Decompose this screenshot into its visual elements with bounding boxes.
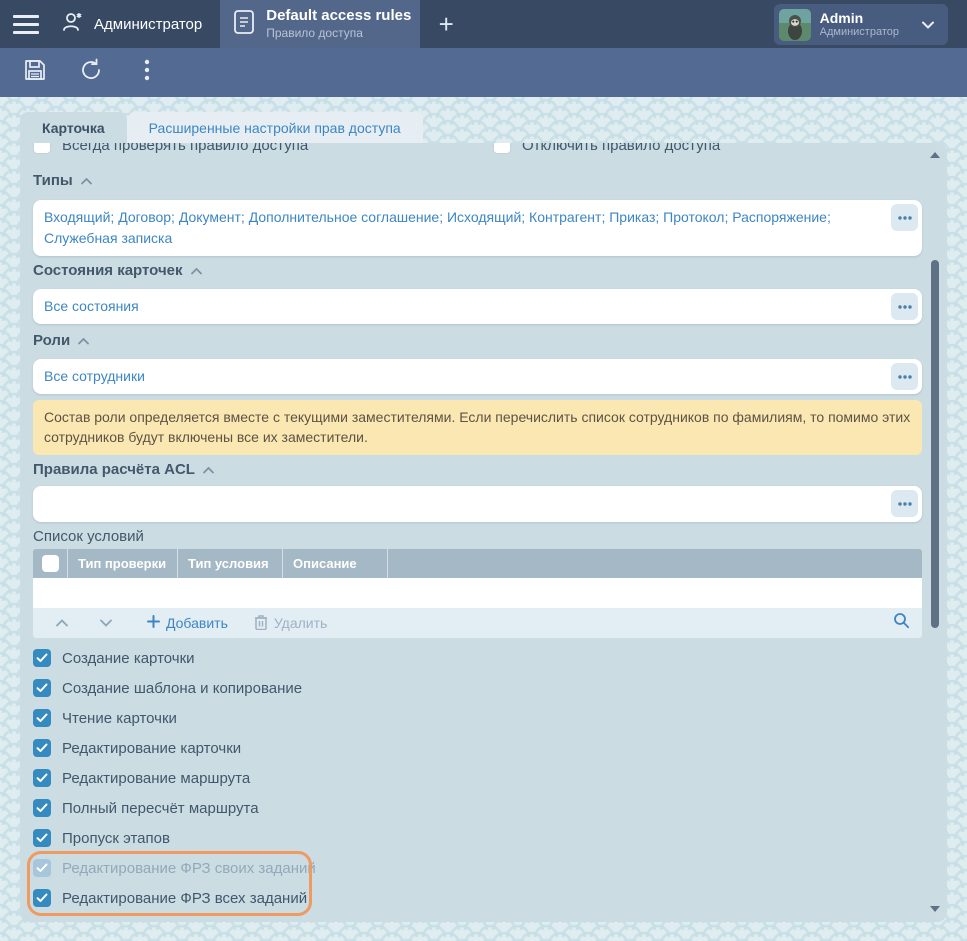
card-toolbar (0, 48, 967, 97)
trash-icon (254, 614, 268, 633)
checkbox[interactable] (493, 143, 511, 154)
checkbox-label: Редактирование ФРЗ своих заданий (62, 860, 316, 877)
scrollbar-up-arrow[interactable] (929, 151, 941, 159)
conditions-label: Список условий (33, 528, 144, 545)
add-condition-button[interactable]: Добавить (147, 615, 228, 631)
move-down-button[interactable] (89, 619, 123, 627)
checkbox-label: Полный пересчёт маршрута (62, 800, 259, 817)
checkbox-label: Создание шаблона и копирование (62, 680, 302, 697)
checkbox-label: Отключить правило доступа (522, 143, 720, 154)
checkbox-row[interactable]: Редактирование карточки (33, 738, 241, 758)
checkbox-row[interactable]: Отключить правило доступа (493, 143, 720, 155)
checkbox-label: Всегда проверять правило доступа (62, 143, 308, 154)
checkbox-label: Пропуск этапов (62, 830, 170, 847)
checkbox-label: Редактирование маршрута (62, 770, 250, 787)
kebab-menu-icon (144, 58, 150, 87)
chevron-down-icon (922, 21, 934, 29)
checkbox-row[interactable]: Пропуск этапов (33, 828, 170, 848)
checkbox[interactable] (33, 769, 51, 787)
checkbox-row[interactable]: Редактирование ФРЗ всех заданий (33, 888, 307, 908)
admin-user-star-icon (60, 9, 86, 39)
conditions-empty-row[interactable] (33, 578, 922, 608)
acl-rules-value (33, 486, 922, 506)
checkbox-row[interactable]: Редактирование ФРЗ своих заданий (33, 858, 316, 878)
chevron-up-icon (81, 172, 92, 189)
acl-rules-select-button[interactable] (891, 490, 918, 517)
tab-default-access-rules[interactable]: Default access rules Правило доступа (220, 0, 420, 48)
search-icon[interactable] (893, 612, 910, 634)
checkbox-label: Создание карточки (62, 650, 195, 667)
scrollbar-down-arrow[interactable] (929, 905, 941, 913)
column-description[interactable]: Описание (283, 549, 388, 578)
checkbox-row[interactable]: Создание карточки (33, 648, 195, 668)
user-role: Администратор (820, 26, 899, 39)
checkbox-row[interactable]: Редактирование маршрута (33, 768, 250, 788)
user-avatar (779, 9, 811, 41)
types-field[interactable]: Входящий; Договор; Документ; Дополнитель… (33, 200, 922, 256)
save-icon (22, 57, 48, 88)
checkbox-label: Редактирование карточки (62, 740, 241, 757)
checkbox-label: Редактирование ФРЗ всех заданий (62, 890, 307, 907)
roles-field[interactable]: Все сотрудники (33, 359, 922, 394)
conditions-table-footer: Добавить Удалить (33, 608, 922, 638)
checkbox-row[interactable]: Всегда проверять правило доступа (33, 143, 308, 155)
refresh-button[interactable] (76, 58, 106, 88)
types-value: Входящий; Договор; Документ; Дополнитель… (33, 200, 922, 256)
checkbox[interactable] (33, 143, 51, 154)
roles-value: Все сотрудники (33, 359, 922, 394)
section-acl-rules[interactable]: Правила расчёта ACL (33, 461, 214, 478)
more-actions-button[interactable] (132, 58, 162, 88)
acl-rules-field[interactable] (33, 486, 922, 522)
checkbox[interactable] (33, 709, 51, 727)
checkbox-row[interactable]: Чтение карточки (33, 708, 177, 728)
new-tab-button[interactable]: + (420, 0, 472, 48)
card-states-select-button[interactable] (891, 293, 918, 320)
document-icon (232, 8, 256, 41)
user-name: Admin (820, 10, 899, 27)
section-roles[interactable]: Роли (33, 332, 89, 349)
checkbox[interactable] (33, 829, 51, 847)
save-button[interactable] (20, 58, 50, 88)
roles-select-button[interactable] (891, 363, 918, 390)
refresh-icon (78, 57, 104, 88)
column-condition-type[interactable]: Тип условия (178, 549, 283, 578)
checkbox-label: Чтение карточки (62, 710, 177, 727)
conditions-table-header: Тип проверки Тип условия Описание (33, 549, 922, 578)
user-menu[interactable]: Admin Администратор (774, 4, 948, 45)
workspace-button[interactable]: Администратор (52, 0, 220, 48)
tab-subtitle: Правило доступа (266, 26, 411, 41)
chevron-up-icon (203, 461, 214, 478)
card-states-field[interactable]: Все состояния (33, 289, 922, 324)
plus-icon (147, 615, 160, 631)
card-tab-strip: Карточка Расширенные настройки прав дост… (20, 112, 947, 143)
checkbox[interactable] (33, 739, 51, 757)
top-bar: Администратор Default access rules Прави… (0, 0, 967, 48)
workspace-label: Администратор (94, 16, 202, 33)
move-up-button[interactable] (45, 619, 79, 627)
checkbox[interactable] (33, 799, 51, 817)
column-check-type[interactable]: Тип проверки (68, 549, 178, 578)
checkbox[interactable] (33, 859, 51, 877)
tab-title: Default access rules (266, 7, 411, 26)
section-card-states[interactable]: Состояния карточек (33, 262, 202, 279)
checkbox[interactable] (33, 679, 51, 697)
checkbox-row[interactable]: Создание шаблона и копирование (33, 678, 302, 698)
select-all-checkbox[interactable] (42, 555, 59, 572)
chevron-up-icon (191, 262, 202, 279)
checkbox[interactable] (33, 649, 51, 667)
card-panel: Всегда проверять правило доступа Отключи… (20, 143, 947, 922)
scrollbar-thumb[interactable] (931, 260, 939, 628)
hamburger-menu-icon[interactable] (0, 0, 52, 48)
chevron-up-icon (78, 332, 89, 349)
section-types[interactable]: Типы (33, 172, 92, 189)
tab-extended-access-settings[interactable]: Расширенные настройки прав доступа (127, 112, 423, 143)
checkbox-row[interactable]: Полный пересчёт маршрута (33, 798, 259, 818)
delete-condition-button[interactable]: Удалить (254, 614, 327, 633)
types-select-button[interactable] (891, 204, 918, 231)
content-area: Карточка Расширенные настройки прав дост… (0, 97, 967, 941)
roles-note: Состав роли определяется вместе с текущи… (33, 400, 922, 455)
card-states-value: Все состояния (33, 289, 922, 324)
checkbox[interactable] (33, 889, 51, 907)
tab-card[interactable]: Карточка (20, 112, 127, 143)
